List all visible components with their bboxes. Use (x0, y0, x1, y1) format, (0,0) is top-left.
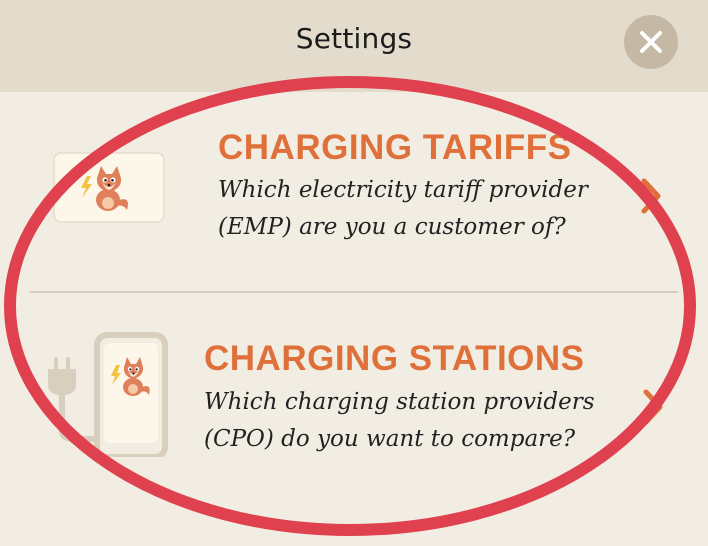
charging-tariffs-desc-line1: Which electricity tariff provider (218, 177, 588, 203)
charging-tariffs-row[interactable]: CHARGING TARIFFS Which electricity tarif… (0, 92, 708, 292)
charging-tariffs-description: Which electricity tariff provider (EMP) … (218, 172, 588, 246)
charging-stations-desc-line1: Which charging station providers (204, 389, 595, 415)
charging-stations-description: Which charging station providers (CPO) d… (204, 384, 595, 458)
charging-stations-row[interactable]: CHARGING STATIONS Which charging station… (0, 293, 708, 546)
page-title: Settings (295, 22, 413, 55)
charging-tariffs-desc-line2: (EMP) are you a customer of? (218, 214, 566, 240)
charging-station-icon (48, 332, 168, 457)
chevron-right-icon (641, 178, 661, 214)
fox-card-icon (53, 152, 165, 223)
header-bar: Settings (0, 0, 708, 92)
charging-stations-title: CHARGING STATIONS (204, 339, 585, 378)
close-button[interactable] (624, 15, 678, 69)
close-icon (640, 31, 662, 53)
charging-tariffs-title: CHARGING TARIFFS (218, 128, 572, 167)
charging-stations-desc-line2: (CPO) do you want to compare? (204, 426, 576, 452)
chevron-right-icon (643, 389, 663, 425)
